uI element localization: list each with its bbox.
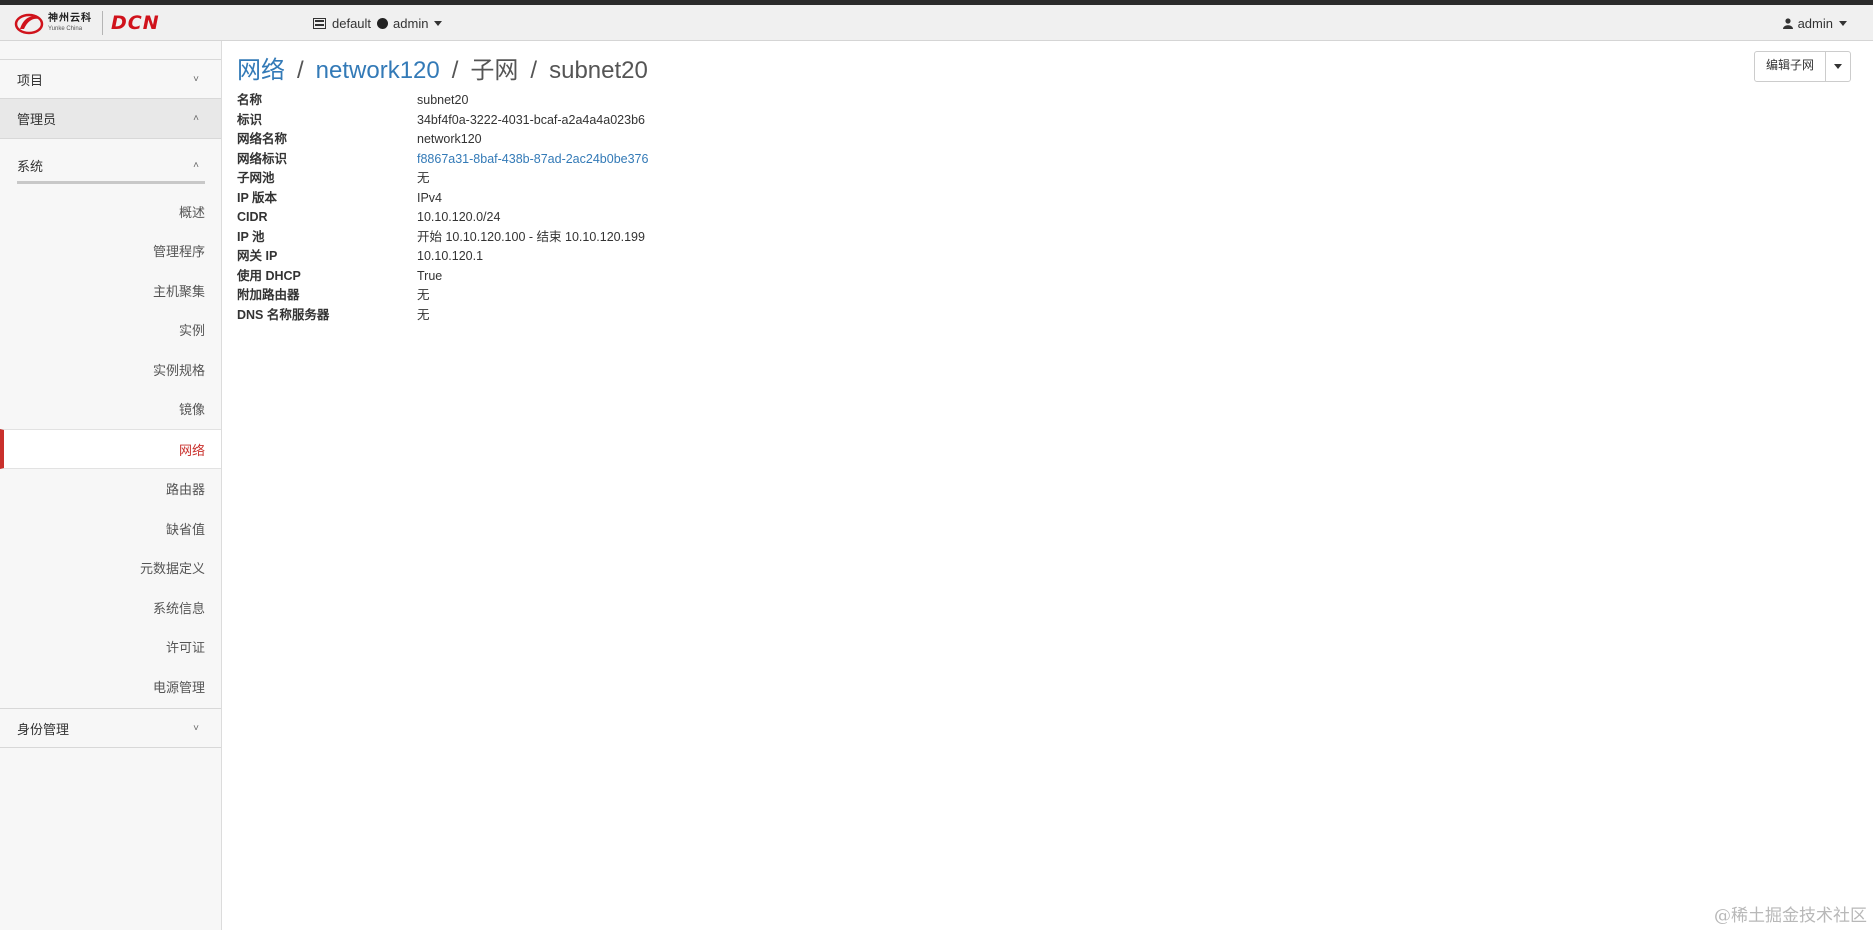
detail-label: 网络标识 [237,151,288,166]
sidebar-item-images[interactable]: 镜像 [0,388,221,428]
server-icon [313,17,326,29]
detail-label: 名称 [237,93,263,107]
brand-name-en: Yunke China [48,26,83,32]
user-menu[interactable]: admin [1782,5,1847,41]
edit-subnet-button-group: 编辑子网 [1754,51,1852,82]
sidebar-item-defaults[interactable]: 缺省值 [0,508,221,548]
edit-subnet-dropdown-toggle[interactable] [1826,52,1850,81]
sidebar-section-admin[interactable]: 管理员 ˄ [0,99,221,139]
detail-value: 10.10.120.0/24 [417,210,501,224]
breadcrumb-separator: / [297,57,304,84]
breadcrumb-separator: / [530,57,538,84]
detail-label: 附加路由器 [237,288,300,302]
chevron-up-icon: ˄ [193,113,199,124]
brand-name-cn: 神州云科 [48,13,92,24]
sidebar-item-license[interactable]: 许可证 [0,626,221,666]
user-name: admin [1797,15,1833,31]
detail-value: True [417,268,443,283]
detail-value: network120 [417,132,482,146]
sidebar-item-power-management[interactable]: 电源管理 [0,666,221,706]
system-section-divider [17,181,205,184]
detail-value: subnet20 [417,93,469,107]
sidebar-section-system[interactable]: 系统 ˄ [0,145,221,185]
detail-label: 网关 IP [237,249,278,263]
sidebar-section-label: 项目 [17,72,44,88]
detail-label: 子网池 [237,171,275,185]
chevron-down-icon: ˅ [193,73,199,85]
detail-label: 使用 DHCP [237,268,301,283]
caret-down-icon [1834,64,1843,69]
sidebar-item-system-info[interactable]: 系统信息 [0,587,221,627]
sidebar-item-hypervisors[interactable]: 管理程序 [0,230,221,270]
sidebar-section-label: 系统 [17,158,44,174]
detail-value: 34bf4f0a-3222-4031-bcaf-a2a4a4a023b6 [417,112,645,127]
sidebar-section-identity[interactable]: 身份管理 ˅ [0,708,221,748]
caret-down-icon [1839,20,1847,26]
project-selector[interactable]: default admin [313,5,443,41]
detail-value: IPv4 [417,190,443,205]
detail-label: DNS 名称服务器 [237,307,330,322]
sidebar-item-instances[interactable]: 实例 [0,309,221,349]
detail-value: 10.10.120.1 [417,249,484,263]
sidebar: 项目 ˅ 管理员 ˄ 系统 ˄ 概述 管理程序 主机聚集 实例 实例规格 镜像 … [0,41,222,930]
sidebar-item-networks[interactable]: 网络 [0,429,221,469]
detail-label: 标识 [237,112,263,127]
brand-mark-icon [14,13,44,35]
user-icon [1782,17,1793,29]
breadcrumb-subnets: 子网 [470,57,519,84]
breadcrumb-separator: / [451,57,459,84]
sidebar-section-project[interactable]: 项目 ˅ [0,59,221,99]
watermark: @稀土掘金技术社区 [1714,906,1867,926]
breadcrumb-network[interactable]: network120 [316,57,440,84]
top-navbar: 神州云科 Yunke China DCN default admin admin [0,5,1873,41]
detail-value: 无 [417,307,430,322]
caret-down-icon [434,20,443,26]
sidebar-item-metadata[interactable]: 元数据定义 [0,547,221,587]
detail-label: 网络名称 [237,132,288,146]
sidebar-item-flavors[interactable]: 实例规格 [0,349,221,389]
page-title: subnet20 [549,57,648,84]
detail-value: 无 [417,171,430,185]
detail-value: 无 [417,288,430,302]
separator-dot-icon [377,17,389,29]
project-domain: default [332,15,372,31]
sidebar-section-label: 管理员 [17,112,57,127]
network-id-link[interactable]: f8867a31-8baf-438b-87ad-2ac24b0be376 [417,150,648,170]
detail-label: IP 版本 [237,190,278,205]
sidebar-section-label: 身份管理 [17,721,70,737]
sidebar-item-host-aggregates[interactable]: 主机聚集 [0,270,221,310]
edit-subnet-button[interactable]: 编辑子网 [1755,52,1827,81]
chevron-down-icon: ˅ [193,722,199,734]
brand-dcn: DCN [111,12,160,34]
breadcrumb: 网络 / network120 / 子网 / subnet20 [237,50,648,85]
logo-divider [102,11,103,35]
project-user: admin [393,15,429,31]
sidebar-item-routers[interactable]: 路由器 [0,468,221,508]
breadcrumb-networks[interactable]: 网络 [237,57,285,84]
detail-label: CIDR [237,210,268,224]
detail-value: 开始 10.10.120.100 - 结束 10.10.120.199 [417,229,645,244]
brand-logo[interactable]: 神州云科 Yunke China DCN [14,10,160,36]
detail-label: IP 池 [237,229,265,244]
sidebar-item-overview[interactable]: 概述 [0,191,221,231]
chevron-up-icon: ˄ [193,159,199,171]
